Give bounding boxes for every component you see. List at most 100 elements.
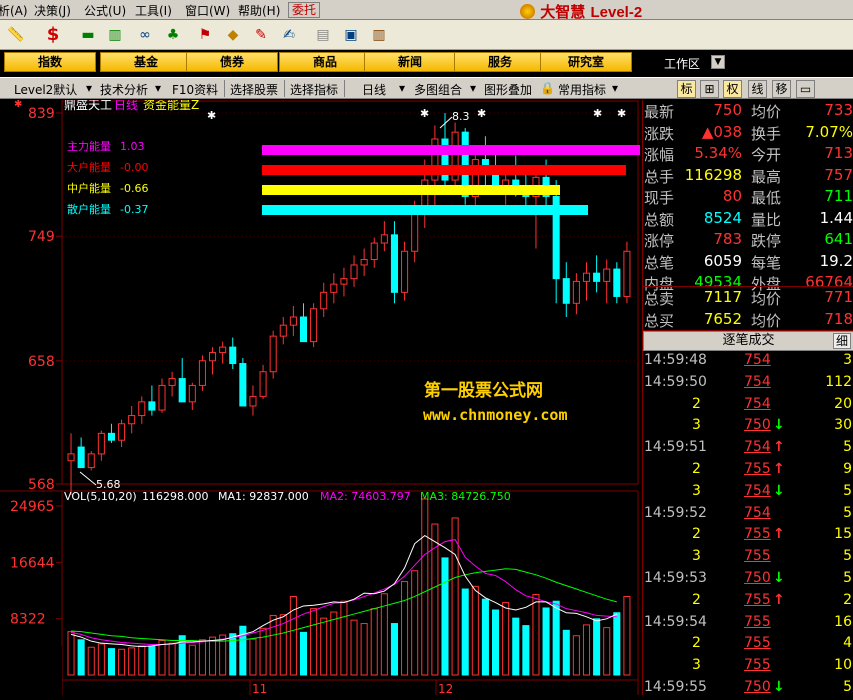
binoculars-icon[interactable]: ∞ — [134, 25, 156, 45]
menu-tools[interactable]: 工具(I) — [135, 2, 172, 19]
volume-bar — [502, 602, 510, 676]
dropdown-arrow-icon[interactable]: ▾ — [612, 81, 618, 95]
bars-icon[interactable]: ▥ — [104, 25, 126, 45]
tech-analysis-menu[interactable]: 技术分析 — [100, 81, 148, 98]
quote-row: 最新 750 均价 733 — [643, 101, 853, 122]
dollar-icon[interactable]: $ — [42, 25, 64, 45]
multi-chart-menu[interactable]: 多图组合 — [414, 81, 462, 98]
energy-bar — [262, 185, 560, 195]
volume-bar — [320, 617, 328, 676]
trade-time: 14:59:51 — [644, 439, 707, 456]
trade-price: 754 — [744, 482, 771, 499]
tab-move[interactable]: 移 — [772, 80, 791, 98]
menu-formula[interactable]: 公式(U) — [84, 2, 126, 19]
flag-icon[interactable]: ⚑ — [194, 25, 216, 45]
divider — [344, 80, 345, 97]
trade-row: 2 755 4 — [643, 635, 853, 656]
menu-analysis[interactable]: 析(A) — [0, 2, 28, 19]
energy-value: -0.37 — [120, 203, 148, 216]
trade-detail-button[interactable]: 细 — [833, 333, 851, 349]
candle-body — [380, 234, 388, 244]
trade-row: 3 754 ↓ 5 — [643, 483, 853, 504]
volume-bar — [451, 517, 459, 676]
control-bar: Level2默认 ▾ 技术分析 ▾ F10资料 选择股票 选择指标 日线 ▾ 多… — [0, 77, 853, 99]
lock-icon[interactable]: 🔒 — [540, 81, 555, 95]
dropdown-arrow-icon[interactable]: ▾ — [86, 81, 92, 95]
books-icon[interactable]: ▥ — [368, 25, 390, 45]
nav-index-button[interactable]: 指数 — [4, 52, 96, 72]
price-tick-label: 839 — [28, 106, 55, 122]
candle-body — [593, 272, 601, 282]
candle-body — [390, 234, 398, 293]
quote-label: 量比 — [751, 210, 782, 229]
dropdown-arrow-icon[interactable]: ▾ — [155, 81, 161, 95]
quote-label: 每笔 — [751, 253, 782, 272]
quote-value: 7117 — [703, 288, 742, 306]
trade-price: 754 — [744, 504, 771, 521]
tab-line[interactable]: 线 — [748, 80, 767, 98]
dropdown-arrow-icon[interactable]: ▾ — [470, 81, 476, 95]
tab-mark[interactable]: 标 — [677, 80, 696, 98]
tab-window[interactable]: ▭ — [796, 80, 815, 98]
trade-volume: 9 — [843, 461, 852, 477]
menu-window[interactable]: 窗口(W) — [185, 2, 230, 19]
volume-bar — [390, 623, 398, 676]
nav-row: 指数 基金 债券 商品 新闻 服务 研究室 工作区 ▼ — [0, 50, 853, 75]
volume-bar — [269, 614, 277, 676]
candle-body — [299, 316, 308, 343]
money-icon[interactable]: ▬ — [76, 25, 100, 45]
candle-body — [168, 378, 176, 386]
trade-time: 2 — [692, 635, 701, 652]
quote-panel: 最新 750 均价 733 涨跌 ▲038 换手 7.07% 涨幅 5.34% 今开… — [642, 100, 853, 695]
nav-news-button[interactable]: 新闻 — [364, 52, 456, 72]
chart-menu-icon[interactable]: ✱ — [14, 100, 22, 110]
candle-body — [178, 378, 186, 403]
entrust-button[interactable]: 委托 — [288, 2, 321, 18]
level2-default-menu[interactable]: Level2默认 — [14, 81, 77, 98]
nav-fund-button[interactable]: 基金 — [100, 52, 192, 72]
nav-commodity-button[interactable]: 商品 — [279, 52, 371, 72]
tab-rights[interactable]: 权 — [723, 80, 742, 98]
tab-grid[interactable]: ⊞ — [700, 80, 719, 98]
common-indicator-menu[interactable]: 常用指标 — [558, 81, 606, 98]
energy-bar — [262, 145, 640, 155]
nav-service-button[interactable]: 服务 — [454, 52, 546, 72]
volume-bar — [512, 617, 520, 676]
brand-edition: Level-2 — [590, 4, 643, 21]
menu-decision[interactable]: 决策(J) — [34, 2, 71, 19]
trade-direction-icon: ↑ — [773, 591, 785, 608]
energy-label: 中户能量 — [67, 181, 111, 195]
trade-volume: 10 — [834, 657, 852, 674]
period-menu[interactable]: 日线 — [362, 81, 386, 98]
menu-help[interactable]: 帮助(H) — [238, 2, 280, 19]
trade-price: 755 — [744, 657, 771, 674]
overlay-menu[interactable]: 图形叠加 — [484, 81, 532, 98]
trade-time: 2 — [692, 591, 701, 608]
volume-bar — [87, 646, 95, 676]
nav-bond-button[interactable]: 债券 — [186, 52, 278, 72]
high-price-label: 8.3 — [452, 110, 470, 123]
tree-icon[interactable]: ♣ — [162, 25, 184, 45]
pencil-icon[interactable]: ✎ — [250, 25, 272, 45]
diamond-icon[interactable]: ◆ — [222, 25, 244, 45]
printer-icon[interactable]: ▤ — [312, 25, 334, 45]
kline-chart[interactable]: 8397496585682496516644832211 12✱ 8.35.68✱… — [0, 100, 642, 695]
dropdown-arrow-icon[interactable]: ▾ — [399, 81, 405, 95]
f10-menu[interactable]: F10资料 — [172, 81, 218, 98]
quote-label: 总买 — [644, 312, 675, 330]
candle-body — [259, 371, 267, 397]
trade-time: 14:59:52 — [644, 504, 707, 521]
candle-body — [118, 423, 126, 441]
trade-price: 754 — [744, 439, 771, 456]
nav-research-button[interactable]: 研究室 — [540, 52, 632, 72]
workspace-dropdown[interactable]: ▼ — [711, 55, 725, 69]
select-indicator-menu[interactable]: 选择指标 — [290, 81, 338, 98]
quote-value: 733 — [824, 101, 853, 119]
quote-value: 711 — [824, 187, 853, 205]
select-stock-menu[interactable]: 选择股票 — [230, 81, 278, 98]
ruler-icon[interactable]: 📏 — [4, 25, 28, 45]
volume-bar — [492, 609, 500, 676]
window-icon[interactable]: ▣ — [340, 25, 362, 45]
sign-icon[interactable]: ✍ — [278, 25, 300, 45]
candle-body — [613, 268, 621, 297]
